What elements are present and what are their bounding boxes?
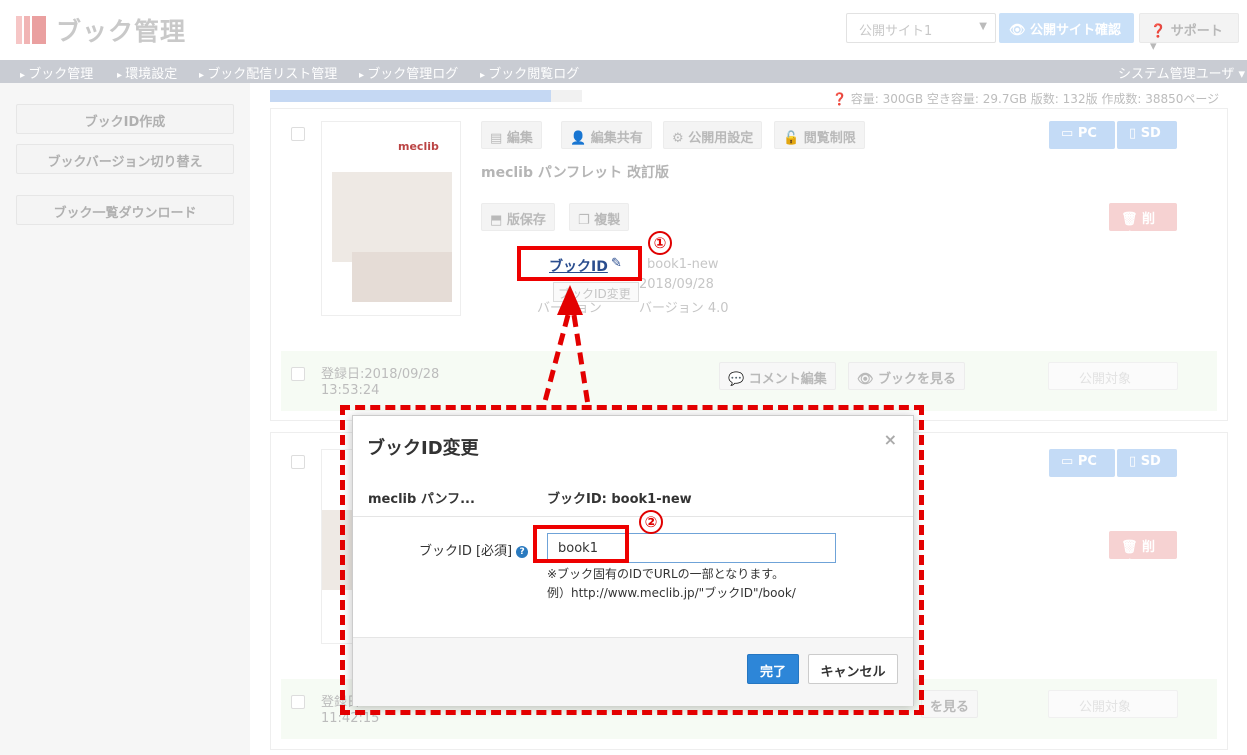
thumb-photo: [332, 172, 452, 262]
question-icon: ❓: [832, 92, 847, 106]
edit-label: 編集: [506, 131, 533, 146]
capacity-progress-fill: [270, 90, 551, 102]
trash-icon: 🗑: [1121, 212, 1138, 227]
pc-view-button[interactable]: ▭ PC: [1049, 121, 1115, 149]
user-menu-label: システム管理ユーザ: [1117, 67, 1235, 82]
trash-icon: 🗑: [1121, 540, 1138, 555]
app-logo[interactable]: ブック管理: [16, 12, 186, 48]
capacity-progress-bar: [270, 90, 582, 102]
copy-button[interactable]: ❐ 複製: [569, 203, 630, 231]
inbox-icon: ⬒: [490, 213, 503, 228]
comment-edit-button[interactable]: 💬 コメント編集: [719, 362, 836, 390]
site-select[interactable]: 公開サイト1 ▼: [846, 13, 996, 43]
app-title: ブック管理: [56, 17, 187, 46]
save-version-button[interactable]: ⬒ 版保存: [481, 203, 555, 231]
annotation-arrow: [541, 285, 591, 406]
comment-edit-label: コメント編集: [748, 372, 827, 387]
registered-time: 13:53:24: [321, 383, 380, 398]
step-1-marker: ①: [648, 231, 672, 255]
pencil-icon[interactable]: ✎: [611, 256, 622, 271]
card-footer: 登録日:2018/09/28 13:53:24 💬 コメント編集 👁 ブックを見…: [281, 351, 1217, 411]
nav-item-book-manage[interactable]: ブック管理: [20, 63, 93, 82]
publish-settings-label: 公開用設定: [688, 131, 754, 146]
eye-icon: 👁: [1009, 23, 1026, 38]
view-limit-label: 閲覧制限: [803, 131, 856, 146]
switch-version-button[interactable]: ブックバージョン切り替え: [16, 144, 234, 174]
caret-down-icon: ▼: [979, 21, 987, 32]
footer-checkbox[interactable]: [291, 367, 305, 381]
book-logo-icon: [16, 14, 48, 46]
eye-icon: 👁: [857, 372, 874, 387]
site-select-value: 公開サイト1: [859, 24, 933, 39]
copy-label: 複製: [594, 213, 621, 228]
modal-highlight-frame: [340, 405, 924, 715]
view-book-button[interactable]: 👁 ブックを見る: [848, 362, 966, 390]
publish-target-button[interactable]: 公開対象: [1048, 362, 1178, 390]
sd-view-button[interactable]: ▯ SD: [1117, 449, 1177, 477]
pc-view-button[interactable]: ▭ PC: [1049, 449, 1115, 477]
publish-target-button[interactable]: 公開対象: [1048, 690, 1178, 718]
user-menu[interactable]: システム管理ユーザ ▾: [1118, 63, 1245, 82]
share-label: 編集共有: [590, 131, 643, 146]
create-book-id-button[interactable]: ブックID作成: [16, 104, 234, 134]
version-value: バージョン 4.0: [639, 301, 729, 316]
nav-item-view-log[interactable]: ブック閲覧ログ: [480, 63, 579, 82]
sd-view-button[interactable]: ▯ SD: [1117, 121, 1177, 149]
share-edit-button[interactable]: 👤 編集共有: [561, 121, 652, 149]
gear-icon: ⚙: [672, 131, 684, 146]
book-select-checkbox[interactable]: [291, 455, 305, 469]
registered-date: 登録日:2018/09/28: [321, 367, 440, 382]
book-card: meclib ▤ 編集 👤 編集共有 ⚙ 公開用設定 🔓 閲覧制限 ▭ PC ▯…: [270, 108, 1228, 421]
monitor-icon: ▭: [1061, 454, 1074, 469]
unlock-icon: 🔓: [783, 131, 800, 146]
book-date-value: 2018/09/28: [639, 277, 714, 292]
support-label: サポート: [1170, 24, 1223, 39]
sd-label: SD: [1140, 126, 1161, 141]
capacity-info: ❓ 容量: 300GB 空き容量: 29.7GB 版数: 132版 作成数: 3…: [832, 90, 1219, 107]
copy-icon: ❐: [578, 213, 590, 228]
support-button[interactable]: ❓ サポート ▾: [1139, 13, 1239, 54]
arrow-line-left: [541, 314, 571, 406]
monitor-icon: ▭: [1061, 126, 1074, 141]
pc-label: PC: [1077, 126, 1097, 141]
sd-label: SD: [1140, 454, 1161, 469]
user-icon: 👤: [570, 131, 587, 146]
edit-button[interactable]: ▤ 編集: [481, 121, 542, 149]
main-nav: ブック管理 環境設定 ブック配信リスト管理 ブック管理ログ ブック閲覧ログ シス…: [0, 60, 1247, 83]
top-header: ブック管理 公開サイト1 ▼ 👁 公開サイト確認 ❓ サポート ▾: [0, 0, 1247, 60]
book-id-value: book1-new: [647, 257, 719, 272]
download-list-button[interactable]: ブック一覧ダウンロード: [16, 195, 234, 225]
nav-item-environment[interactable]: 環境設定: [117, 63, 177, 82]
capacity-text: 容量: 300GB 空き容量: 29.7GB 版数: 132版 作成数: 388…: [850, 92, 1220, 106]
view-limit-button[interactable]: 🔓 閲覧制限: [774, 121, 865, 149]
book-icon: ▤: [490, 131, 503, 146]
confirm-site-label: 公開サイト確認: [1030, 23, 1122, 38]
delete-button[interactable]: 🗑 削除: [1109, 203, 1177, 246]
book-select-checkbox[interactable]: [291, 127, 305, 141]
save-version-label: 版保存: [506, 213, 546, 228]
nav-item-manage-log[interactable]: ブック管理ログ: [359, 63, 458, 82]
arrow-head: [557, 285, 583, 315]
tablet-icon: ▯: [1129, 454, 1137, 469]
book-title: meclib パンフレット 改訂版: [481, 165, 670, 181]
nav-item-delivery-list[interactable]: ブック配信リスト管理: [199, 63, 337, 82]
publish-settings-button[interactable]: ⚙ 公開用設定: [663, 121, 763, 149]
view-book-label: ブックを見る: [878, 372, 957, 387]
comment-icon: 💬: [728, 372, 745, 387]
tablet-icon: ▯: [1129, 126, 1137, 141]
pc-label: PC: [1077, 454, 1097, 469]
arrow-line-right: [571, 314, 591, 406]
view-book-button[interactable]: を見る: [921, 690, 979, 718]
sidebar: ブックID作成 ブックバージョン切り替え ブック一覧ダウンロード: [0, 83, 250, 755]
thumb-brand: meclib: [398, 140, 439, 153]
confirm-site-button[interactable]: 👁 公開サイト確認: [999, 13, 1134, 43]
caret-down-icon: ▾: [1150, 39, 1157, 54]
book-thumbnail[interactable]: meclib: [321, 121, 461, 316]
delete-button[interactable]: 🗑 削除: [1109, 531, 1177, 574]
thumb-devices: [352, 252, 452, 302]
question-icon: ❓: [1150, 24, 1167, 39]
footer-checkbox[interactable]: [291, 695, 305, 709]
